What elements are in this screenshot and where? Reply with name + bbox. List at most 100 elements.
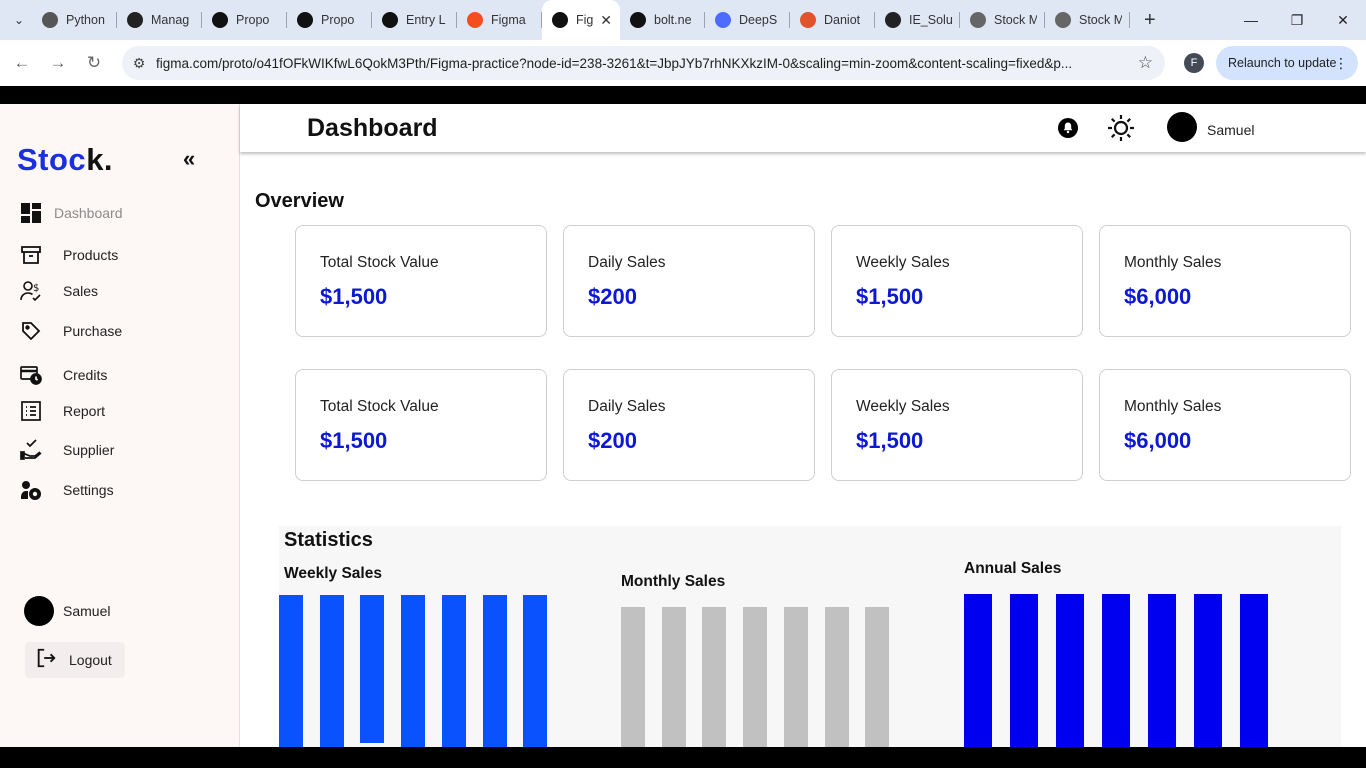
- tab-title: Propo: [321, 13, 355, 27]
- tab-title: Daniot: [824, 13, 861, 27]
- stat-card-label: Monthly Sales: [1124, 254, 1222, 271]
- new-tab-button[interactable]: +: [1144, 9, 1156, 32]
- browser-tab[interactable]: Daniot: [790, 0, 875, 40]
- sidebar-item-purchase[interactable]: Purchase: [20, 320, 122, 342]
- close-tab-icon[interactable]: ✕: [600, 12, 612, 29]
- sidebar-item-label: Supplier: [63, 442, 115, 458]
- sidebar-item-sales[interactable]: $ Sales: [20, 280, 98, 302]
- header-user-name[interactable]: Samuel: [1207, 122, 1254, 138]
- chart-bar: [783, 607, 808, 747]
- reload-icon[interactable]: ↻: [76, 45, 112, 81]
- stat-card-value: $1,500: [320, 428, 388, 453]
- stat-card-label: Total Stock Value: [320, 398, 439, 415]
- chart-bar: [1056, 594, 1084, 747]
- browser-tab[interactable]: Manag: [117, 0, 202, 40]
- tab-title: Stock M: [1079, 13, 1122, 27]
- tab-favicon-icon: [42, 12, 58, 28]
- profile-avatar[interactable]: F: [1184, 53, 1204, 73]
- header-avatar[interactable]: [1167, 112, 1197, 142]
- close-window-icon[interactable]: ✕: [1320, 0, 1366, 40]
- browser-tab[interactable]: Propo: [202, 0, 287, 40]
- list-icon: [20, 400, 42, 422]
- browser-tab[interactable]: Figma: [457, 0, 542, 40]
- sidebar-item-label: Settings: [63, 482, 114, 498]
- more-menu-icon[interactable]: ⋮: [1334, 55, 1348, 72]
- sidebar: Stock. « Dashboard Products $ Sales Purchase…: [0, 104, 240, 747]
- sidebar-item-supplier[interactable]: Supplier: [20, 439, 114, 461]
- sidebar-item-dashboard[interactable]: Dashboard: [20, 202, 123, 224]
- browser-tab[interactable]: bolt.ne: [620, 0, 705, 40]
- tab-favicon-icon: [552, 12, 568, 28]
- app-frame: Stock. « Dashboard Products $ Sales Purchase…: [0, 104, 1366, 747]
- chart-bar: [865, 607, 890, 747]
- chart-title: Annual Sales: [964, 560, 1062, 577]
- tab-favicon-icon: [297, 12, 313, 28]
- statistics-title: Statistics: [284, 529, 373, 551]
- sidebar-item-settings[interactable]: Settings: [20, 479, 114, 501]
- logout-icon: [35, 647, 57, 674]
- bell-icon[interactable]: [1058, 118, 1078, 143]
- stat-card: Monthly Sales $6,000: [1099, 225, 1351, 337]
- relaunch-button[interactable]: Relaunch to update ⋮: [1216, 46, 1358, 80]
- sidebar-user[interactable]: Samuel: [24, 596, 110, 626]
- chart-bar: [824, 607, 849, 747]
- sales-person-icon: $: [20, 280, 42, 302]
- browser-tab[interactable]: Stock M: [1045, 0, 1130, 40]
- sidebar-item-label: Credits: [63, 367, 108, 383]
- avatar: [24, 596, 54, 626]
- minimize-icon[interactable]: —: [1228, 0, 1274, 40]
- sidebar-item-report[interactable]: Report: [20, 400, 105, 422]
- browser-tab[interactable]: Stock M: [960, 0, 1045, 40]
- browser-toolbar: ← → ↻ ⚙ figma.com/proto/o41fOFkWIKfwL6Qo…: [0, 40, 1366, 86]
- restore-icon[interactable]: ❐: [1274, 0, 1320, 40]
- site-settings-icon[interactable]: ⚙: [122, 55, 156, 72]
- chart-bar: [1102, 594, 1130, 747]
- browser-tab[interactable]: DeepS: [705, 0, 790, 40]
- sidebar-item-label: Products: [63, 247, 119, 263]
- collapse-sidebar-icon[interactable]: «: [183, 146, 195, 172]
- url-text[interactable]: figma.com/proto/o41fOFkWIKfwL6QokM3Pth/F…: [156, 56, 1116, 71]
- theme-toggle-sun-icon[interactable]: [1106, 113, 1136, 148]
- browser-tab[interactable]: IE_Solu: [875, 0, 960, 40]
- figma-top-bar: [0, 86, 1366, 104]
- stat-card-label: Monthly Sales: [1124, 398, 1222, 415]
- chart-bar: [621, 607, 645, 747]
- tab-title: Manag: [151, 13, 190, 27]
- stat-card-value: $6,000: [1124, 284, 1192, 309]
- chart-bar: [743, 607, 768, 747]
- address-bar[interactable]: ⚙ figma.com/proto/o41fOFkWIKfwL6QokM3Pth…: [122, 46, 1165, 80]
- tab-favicon-icon: [127, 12, 143, 28]
- tab-favicon-icon: [467, 12, 483, 28]
- stat-card-value: $200: [588, 428, 637, 453]
- sidebar-item-credits[interactable]: Credits: [20, 364, 107, 386]
- archive-icon: [20, 244, 42, 266]
- stat-card: Total Stock Value $1,500: [295, 369, 547, 481]
- tab-search-chevron-icon[interactable]: ⌄: [6, 7, 32, 33]
- sidebar-item-products[interactable]: Products: [20, 244, 118, 266]
- tab-favicon-icon: [885, 12, 901, 28]
- browser-tabstrip: ⌄ Python Manag Propo Propo Entry L Figma Fig ✕ b…: [0, 0, 1366, 40]
- stat-card: Weekly Sales $1,500: [831, 369, 1083, 481]
- stat-card-value: $6,000: [1124, 428, 1192, 453]
- chart-bar: [964, 594, 992, 747]
- sidebar-item-label: Dashboard: [54, 205, 123, 221]
- forward-arrow-icon[interactable]: →: [40, 45, 76, 81]
- browser-tab[interactable]: Propo: [287, 0, 372, 40]
- tab-title: Fig: [576, 13, 594, 27]
- tab-title: Stock M: [994, 13, 1037, 27]
- bookmark-star-icon[interactable]: ☆: [1138, 53, 1153, 73]
- chart-bar: [279, 595, 303, 747]
- chart-bar: [1010, 594, 1038, 747]
- chart-title: Weekly Sales: [284, 565, 382, 582]
- logout-button[interactable]: Logout: [25, 642, 125, 678]
- chart-bar: [1194, 594, 1222, 747]
- browser-tab[interactable]: Entry L: [372, 0, 457, 40]
- tab-title: Figma: [491, 13, 526, 27]
- chart-bar: [1240, 594, 1268, 747]
- stat-card-value: $1,500: [856, 284, 924, 309]
- back-arrow-icon[interactable]: ←: [4, 45, 40, 81]
- top-header: Dashboard Samuel: [240, 104, 1366, 152]
- browser-tab[interactable]: Python: [32, 0, 117, 40]
- browser-tab[interactable]: Fig ✕: [542, 0, 620, 40]
- tab-title: IE_Solu: [909, 13, 952, 27]
